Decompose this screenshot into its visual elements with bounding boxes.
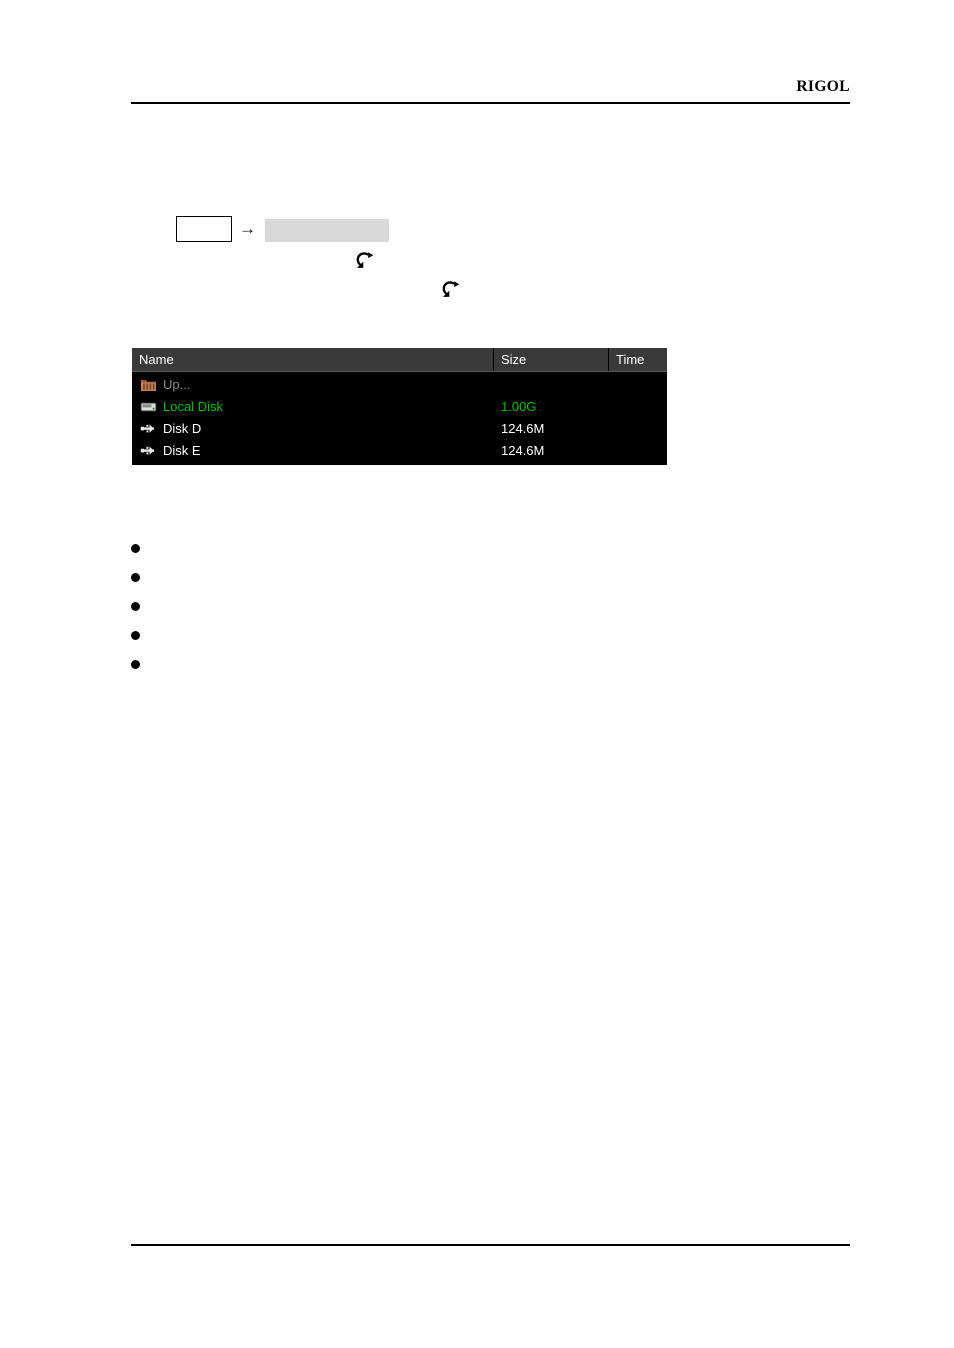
- file-size-cell: 1.00G: [501, 398, 537, 414]
- footer-divider: [131, 1244, 850, 1246]
- table-row[interactable]: Disk D 124.6M: [132, 417, 667, 439]
- file-browser[interactable]: Name Size Time Up... Local Disk 1.00G Di…: [132, 348, 667, 465]
- brand-logo: RIGOL: [796, 78, 850, 95]
- file-browser-header: Name Size Time: [132, 348, 667, 372]
- usb-disk-icon: [140, 421, 157, 436]
- file-browser-body: Up... Local Disk 1.00G Disk D 124.6M Dis…: [132, 372, 667, 461]
- front-panel-key-box[interactable]: [176, 216, 232, 242]
- bullet-icon: [131, 631, 140, 640]
- arrow-right-icon: →: [239, 219, 256, 238]
- table-row[interactable]: Local Disk 1.00G: [132, 395, 667, 417]
- file-name-label: Disk D: [163, 420, 202, 436]
- bullet-icon: [131, 573, 140, 582]
- column-header-name[interactable]: Name: [132, 348, 494, 371]
- file-name-cell: Local Disk: [140, 399, 494, 414]
- column-header-time[interactable]: Time: [609, 348, 667, 371]
- column-header-size[interactable]: Size: [494, 348, 609, 371]
- refresh-icon: [438, 277, 462, 301]
- file-name-cell: Up...: [140, 377, 494, 392]
- table-row[interactable]: Disk E 124.6M: [132, 439, 667, 461]
- refresh-icon: [352, 248, 376, 272]
- bullet-icon: [131, 544, 140, 553]
- table-row[interactable]: Up...: [132, 373, 667, 395]
- file-size-cell: 124.6M: [501, 420, 545, 436]
- file-size-cell: 124.6M: [501, 442, 545, 458]
- page-header: RIGOL: [131, 78, 850, 106]
- file-name-label: Local Disk: [163, 398, 223, 414]
- header-divider: [131, 102, 850, 104]
- local-disk-icon: [140, 399, 157, 414]
- softkey-label-box[interactable]: [265, 219, 389, 242]
- bullet-icon: [131, 660, 140, 669]
- bullet-icon: [131, 602, 140, 611]
- file-name-label: Disk E: [163, 442, 201, 458]
- file-name-label: Up...: [163, 376, 191, 392]
- file-name-cell: Disk D: [140, 421, 494, 436]
- folder-up-icon: [140, 377, 157, 392]
- usb-disk-icon: [140, 443, 157, 458]
- file-name-cell: Disk E: [140, 443, 494, 458]
